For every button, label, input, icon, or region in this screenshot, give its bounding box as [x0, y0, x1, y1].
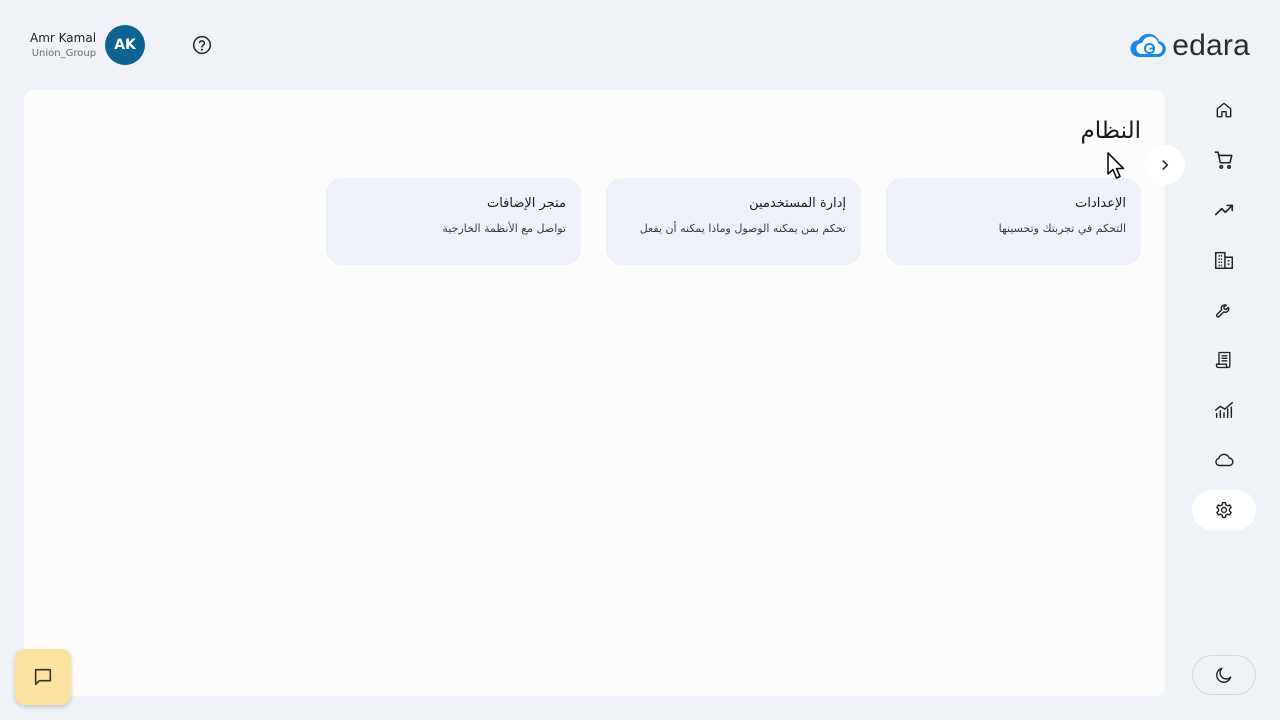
user-org: Union_Group — [31, 48, 97, 59]
chat-icon — [34, 668, 52, 686]
card-title: إدارة المستخدمين — [749, 196, 846, 211]
logo-text: edara — [1172, 29, 1250, 62]
sidebar-item-tools[interactable] — [1192, 290, 1256, 330]
sidebar-item-invoices[interactable] — [1192, 340, 1256, 380]
sidebar-collapse-button[interactable] — [1145, 145, 1185, 185]
moon-icon — [1216, 667, 1232, 683]
question-circle-icon[interactable] — [191, 34, 213, 56]
card-description: تواصل مع الأنظمة الخارجية — [442, 222, 566, 235]
gear-icon — [1216, 501, 1232, 519]
trending-up-icon — [1214, 204, 1234, 216]
cloud-logo-icon — [1130, 33, 1167, 58]
sidebar-item-organization[interactable] — [1192, 240, 1256, 280]
cloud-icon — [1215, 453, 1234, 467]
addons-store-card[interactable]: متجر الإضافات تواصل مع الأنظمة الخارجية — [326, 178, 581, 265]
sidebar — [1192, 90, 1256, 540]
avatar[interactable]: AK — [105, 25, 146, 65]
sidebar-item-analytics[interactable] — [1192, 390, 1256, 430]
sidebar-item-cloud[interactable] — [1192, 440, 1256, 480]
user-profile[interactable]: Amr Kamal Union_Group AK — [30, 25, 146, 65]
sidebar-item-home[interactable] — [1192, 90, 1256, 130]
cart-icon — [1214, 151, 1233, 169]
theme-toggle-button[interactable] — [1192, 655, 1256, 695]
sidebar-item-reports[interactable] — [1192, 190, 1256, 230]
card-description: التحكم في تجربتك وتحسينها — [998, 222, 1126, 235]
sidebar-item-system[interactable] — [1192, 490, 1256, 530]
edara-logo[interactable]: edara — [1128, 30, 1250, 62]
settings-card[interactable]: الإعدادات التحكم في تجربتك وتحسينها — [886, 178, 1141, 265]
sidebar-item-sales[interactable] — [1192, 140, 1256, 180]
cards-row: الإعدادات التحكم في تجربتك وتحسينها إدار… — [326, 178, 1141, 265]
building-icon — [1215, 251, 1233, 269]
user-name: Amr Kamal — [30, 31, 97, 45]
user-info: Amr Kamal Union_Group — [30, 29, 96, 61]
analytics-icon — [1215, 401, 1233, 419]
wrench-icon — [1215, 304, 1230, 318]
main-panel: النظام الإعدادات التحكم في تجربتك وتحسين… — [24, 90, 1165, 696]
chevron-right-icon — [1162, 160, 1169, 170]
chat-button[interactable] — [15, 649, 71, 705]
card-title: متجر الإضافات — [486, 196, 566, 211]
card-title: الإعدادات — [1075, 196, 1126, 211]
user-management-card[interactable]: إدارة المستخدمين تحكم بمن يمكنه الوصول و… — [606, 178, 861, 265]
home-icon — [1216, 102, 1232, 118]
receipt-icon — [1215, 351, 1231, 369]
page-title: النظام — [1080, 118, 1141, 144]
card-description: تحكم بمن يمكنه الوصول وماذا يمكنه أن يفع… — [639, 222, 846, 235]
